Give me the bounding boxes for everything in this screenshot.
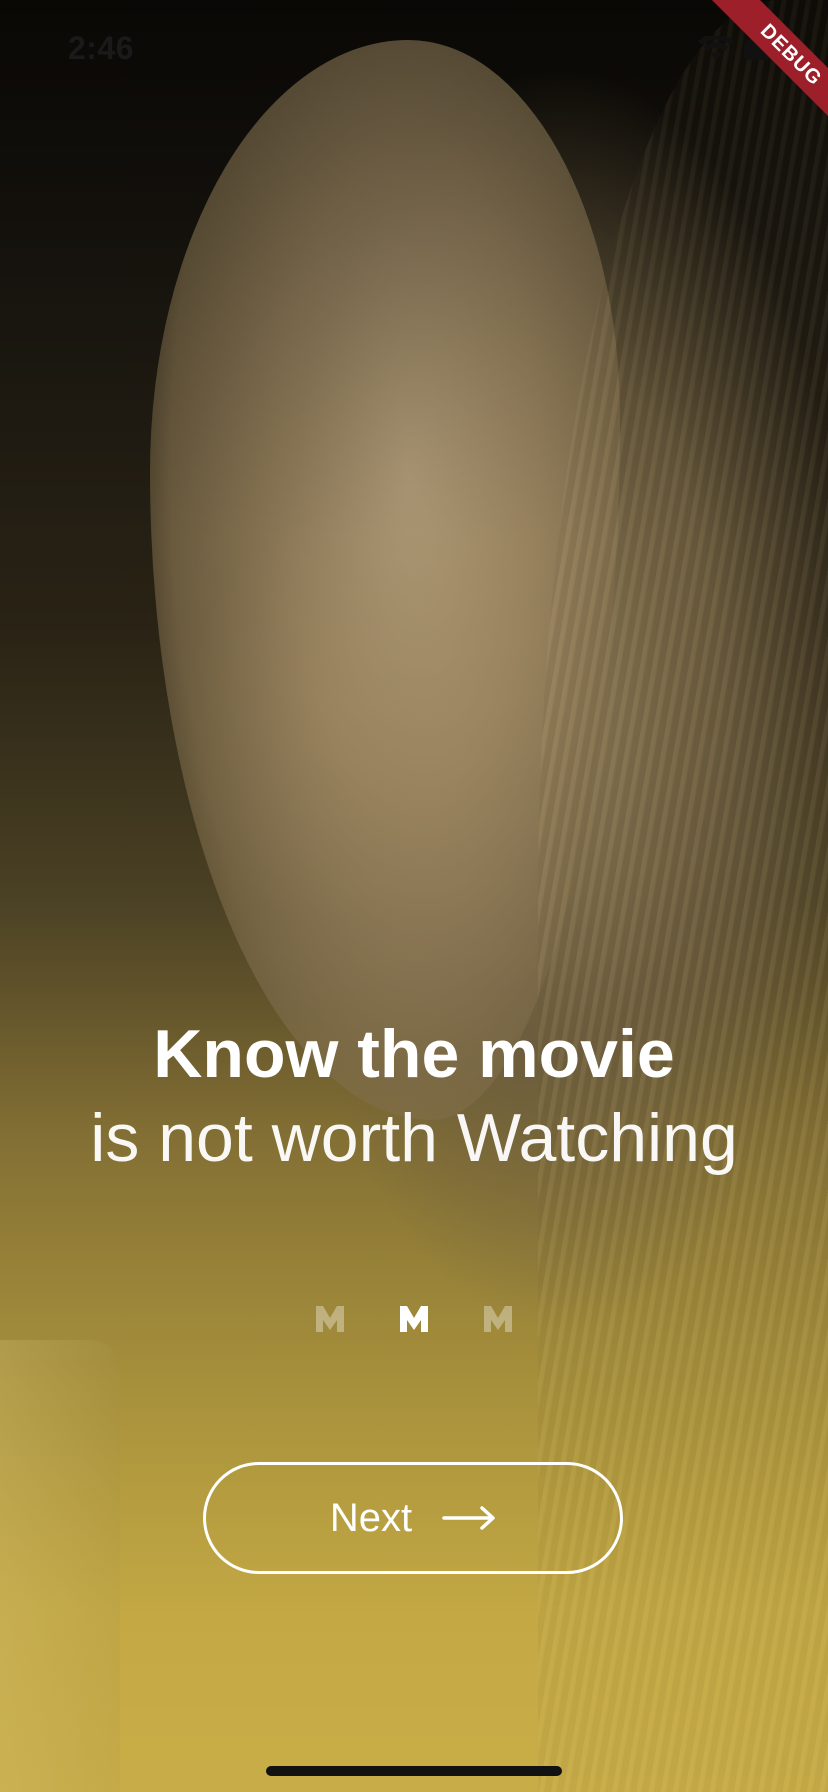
- m-logo-icon[interactable]: [398, 1302, 430, 1334]
- status-bar: 2:46: [0, 0, 828, 96]
- home-indicator[interactable]: [266, 1766, 562, 1776]
- headline-title: Know the movie: [153, 1016, 675, 1092]
- status-time: 2:46: [68, 30, 135, 66]
- wifi-icon: [698, 36, 734, 60]
- onboarding-screen: 2:46 DEBUG Know the movie is not worth W…: [0, 0, 828, 1792]
- page-indicator: [0, 1302, 828, 1342]
- next-button[interactable]: Next: [203, 1462, 623, 1574]
- m-logo-icon[interactable]: [482, 1302, 514, 1334]
- m-logo-icon[interactable]: [314, 1302, 346, 1334]
- headline-subtitle: is not worth Watching: [90, 1100, 738, 1176]
- headline: Know the movie is not worth Watching: [0, 1012, 828, 1180]
- next-button-label: Next: [329, 1495, 413, 1540]
- arrow-right-icon: [442, 1506, 495, 1530]
